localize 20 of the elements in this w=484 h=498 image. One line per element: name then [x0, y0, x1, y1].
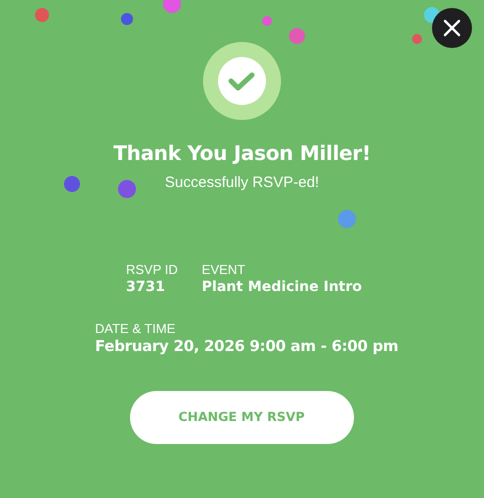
confetti-dot: [121, 13, 133, 25]
confetti-dot: [262, 16, 272, 26]
thank-you-title: Thank You Jason Miller!: [113, 140, 371, 167]
confetti-dot: [338, 210, 356, 228]
close-button[interactable]: [432, 8, 472, 48]
close-icon: [443, 19, 461, 37]
confetti-dot: [35, 8, 49, 22]
date-time-label: DATE & TIME: [95, 320, 176, 336]
rsvp-id-value: 3731: [126, 278, 166, 296]
confetti-dot: [118, 180, 136, 198]
event-label: EVENT: [202, 262, 246, 278]
confetti-dot: [64, 176, 80, 192]
date-time-value: February 20, 2026 9:00 am - 6:00 pm: [95, 336, 400, 354]
change-rsvp-button[interactable]: CHANGE MY RSVP: [130, 390, 354, 444]
success-check-icon: [203, 42, 281, 120]
confetti-dot: [289, 28, 305, 44]
event-value: Plant Medicine Intro: [202, 278, 362, 296]
success-message: Successfully RSVP-ed!: [164, 173, 320, 193]
confetti-dot: [412, 34, 422, 44]
rsvp-id-label: RSVP ID: [126, 262, 178, 278]
